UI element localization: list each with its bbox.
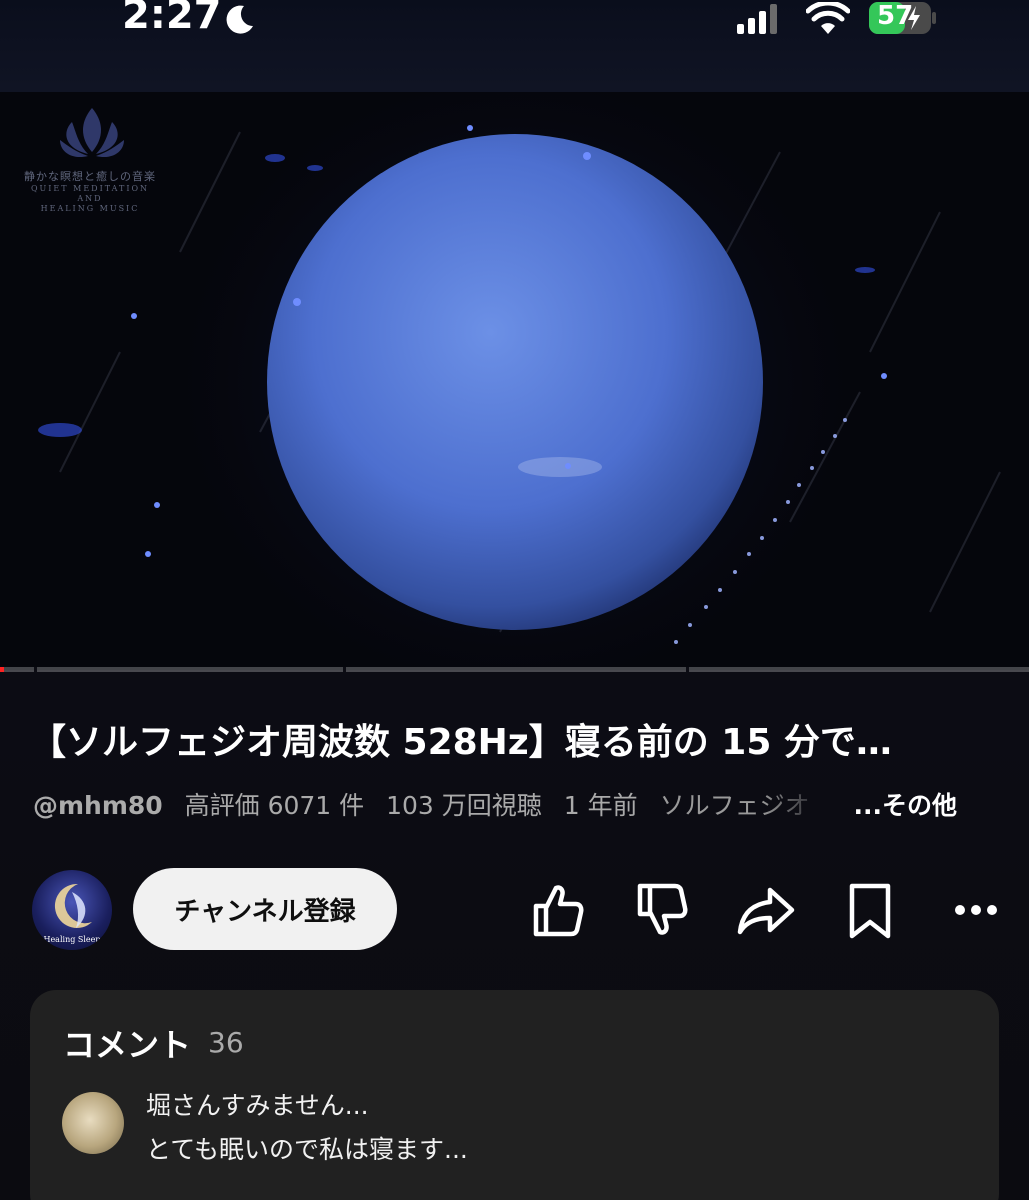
comments-panel[interactable]: コメント 36 堀さんすみません... とても眠いので私は寝ます... [30,990,999,1200]
dislike-icon[interactable] [630,878,694,942]
like-icon[interactable] [526,878,590,942]
video-meta-row[interactable]: @mhm80 高評価 6071 件 103 万回視聴 1 年前 ソルフェジオ .… [33,786,993,826]
show-more-link[interactable]: ...その他 [854,786,958,826]
channel-watermark: 静かな瞑想と癒しの音楽 QUIET MEDITATION AND HEALING… [16,168,164,214]
more-icon[interactable] [944,878,1008,942]
moon-icon [226,5,253,34]
moon-feather-icon: Healing Sleep [43,883,101,944]
subscribe-button[interactable]: チャンネル登録 [133,868,397,950]
comments-count: 36 [208,1026,244,1059]
progress-fill [0,667,5,672]
like-count: 高評価 6071 件 [184,791,365,820]
upload-age: 1 年前 [563,791,638,820]
chapter-marker [686,667,690,672]
comment-text-line-1: 堀さんすみません... [146,1091,369,1120]
chapter-marker [342,667,346,672]
watermark-en-2: AND [77,194,103,203]
avatar-text: Healing Sleep [43,935,100,944]
battery-percentage: 57 [877,1,914,31]
share-icon[interactable] [734,878,798,942]
view-count: 103 万回視聴 [386,791,542,820]
chapter-marker [33,667,37,672]
commenter-avatar [62,1092,124,1154]
wifi-icon [806,2,850,34]
video-title[interactable]: 【ソルフェジオ周波数 528Hz】寝る前の 15 分で… [30,717,1010,769]
watermark-jp: 静かな瞑想と癒しの音楽 [24,170,156,183]
youtube-watch-screen: 2:27 57 静かな瞑想と癒しの音楽 QUIET MEDITATION AND… [0,0,1029,1200]
comments-title: コメント [63,1026,192,1064]
save-icon[interactable] [838,878,902,942]
video-player[interactable]: 静かな瞑想と癒しの音楽 QUIET MEDITATION AND HEALING… [0,92,1029,670]
video-progress-bar[interactable] [0,667,1029,672]
comment-text-line-2: とても眠いので私は寝ます... [146,1135,468,1164]
channel-handle[interactable]: @mhm80 [33,791,163,820]
status-time: 2:27 [122,0,222,38]
watermark-en-1: QUIET MEDITATION [30,184,150,193]
status-bar: 2:27 57 [0,0,1029,92]
description-preview: ソルフェジオ [659,791,810,820]
cellular-signal-icon [737,4,777,34]
channel-avatar[interactable]: Healing Sleep [32,870,112,950]
watermark-en-3: HEALING MUSIC [40,204,140,213]
